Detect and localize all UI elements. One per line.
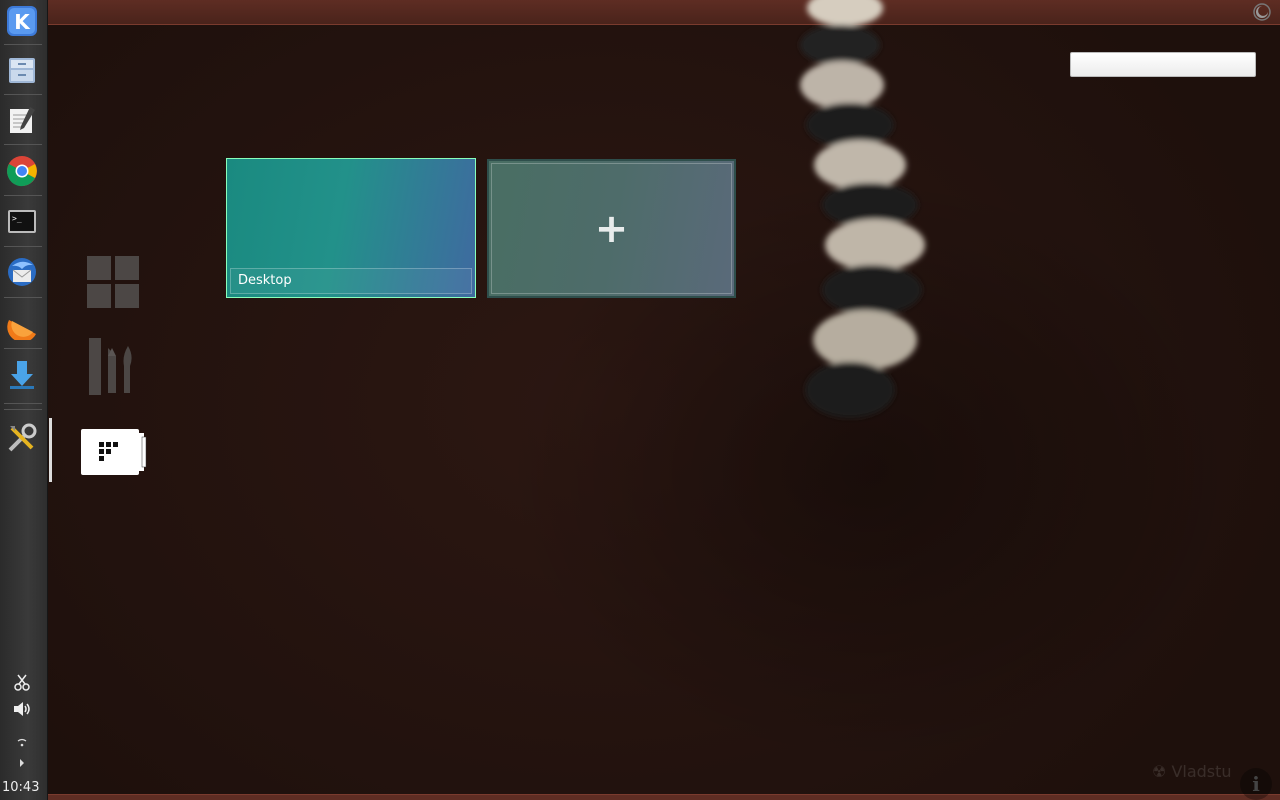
moon-icon[interactable] bbox=[1252, 2, 1272, 22]
search-input[interactable] bbox=[1070, 52, 1256, 77]
expand-tray-arrow-icon[interactable] bbox=[10, 753, 34, 773]
svg-text:K: K bbox=[14, 10, 31, 34]
wallpaper-tail-image bbox=[800, 0, 925, 418]
desktop-activity-icon[interactable] bbox=[80, 428, 148, 476]
orange-slice-icon[interactable] bbox=[4, 306, 40, 342]
system-settings-icon[interactable] bbox=[4, 420, 40, 456]
desktop-thumbnail[interactable]: Desktop bbox=[226, 158, 476, 298]
tools-activity-icon[interactable] bbox=[86, 336, 142, 396]
top-panel-strip bbox=[47, 0, 1280, 25]
bottom-panel-strip bbox=[47, 794, 1280, 800]
plus-icon: + bbox=[594, 205, 629, 252]
download-icon[interactable] bbox=[4, 357, 40, 393]
active-activity-indicator bbox=[49, 418, 52, 482]
chrome-icon[interactable] bbox=[4, 153, 40, 189]
volume-icon[interactable] bbox=[10, 699, 34, 719]
wallpaper-watermark: ☢ Vladstu bbox=[1152, 762, 1232, 781]
scissors-icon[interactable] bbox=[10, 672, 34, 692]
text-editor-icon[interactable] bbox=[4, 102, 40, 138]
kde-menu-icon[interactable]: K bbox=[4, 3, 40, 39]
svg-text:>_: >_ bbox=[12, 214, 22, 223]
add-desktop-button[interactable]: + bbox=[487, 159, 736, 298]
network-icon[interactable] bbox=[10, 733, 34, 753]
file-manager-icon[interactable] bbox=[4, 52, 40, 88]
left-panel: K >_ 10:43 bbox=[0, 0, 48, 800]
terminal-icon[interactable]: >_ bbox=[4, 203, 40, 239]
clock[interactable]: 10:43 bbox=[2, 780, 39, 795]
activities-grid-icon[interactable] bbox=[86, 255, 140, 309]
thunderbird-icon[interactable] bbox=[4, 254, 40, 290]
info-icon[interactable]: i bbox=[1240, 768, 1272, 800]
desktop-thumbnail-label: Desktop bbox=[230, 268, 472, 294]
